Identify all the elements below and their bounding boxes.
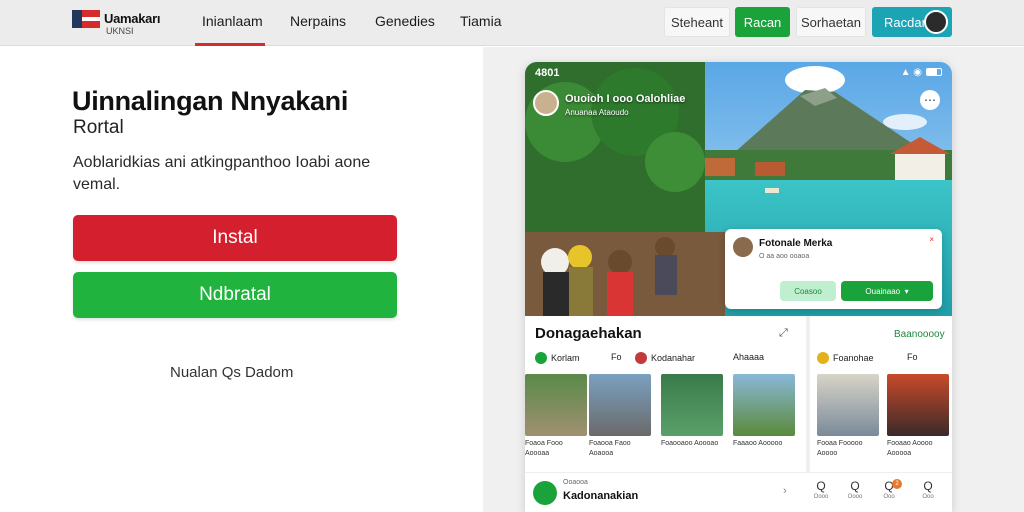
card-primary-label: Ouainaao: [865, 286, 901, 296]
header-title: Ouoioh I ooo Oalohliae: [565, 93, 686, 105]
hero-title: Uinnalingan Nnyakani: [72, 86, 349, 116]
profile-avatar[interactable]: [533, 90, 559, 116]
battery-icon: [926, 68, 942, 77]
filter-chip-4[interactable]: Ahaaaa: [733, 352, 764, 362]
thumbnail-caption: Foaoa Fooo Aoooaa: [525, 440, 563, 457]
active-nav-indicator: [195, 43, 265, 46]
filter-chip-3[interactable]: Kodanahar: [635, 352, 695, 364]
card-primary-button[interactable]: Ouainaao ▾: [841, 281, 933, 301]
chevron-right-icon[interactable]: ›: [783, 485, 787, 497]
tab-explore-icon[interactable]: Q Oooo: [842, 479, 868, 500]
thumbnail-5[interactable]: [817, 374, 879, 436]
app-icon[interactable]: [533, 481, 557, 505]
filter-label: Foanohae: [833, 353, 874, 363]
thumbnail-caption: Foaooaoo Aoooao: [661, 440, 719, 447]
card-meta: O aa aoo ooaoa: [759, 253, 810, 260]
bottom-small-text: Ooaooa: [563, 479, 588, 486]
thumbnail-6[interactable]: [887, 374, 949, 436]
primary-header-button[interactable]: Racan: [735, 7, 790, 37]
nav-link-3[interactable]: Genedies: [375, 13, 435, 29]
nav-link-2[interactable]: Nerpains: [290, 13, 346, 29]
filter-chip-1[interactable]: Korlam: [535, 352, 580, 364]
thumbnail-caption: Fooaa Fooooo Aoooo: [817, 440, 863, 457]
card-name: Fotonale Merka: [759, 238, 833, 249]
filter-label: Fo: [907, 352, 918, 362]
install-button[interactable]: Instal: [73, 215, 397, 261]
bottom-bar: Ooaooa Kadonanakian › Q Oooo Q Oooo Q Ooo 2 …: [525, 472, 952, 512]
brand-logo-icon[interactable]: [72, 10, 100, 32]
filter-chip-5[interactable]: Foanohae: [817, 352, 874, 364]
hero-description: Aoblaridkias ani atkingpanthoo Ioabi aon…: [73, 154, 371, 193]
filter-dot-icon: [635, 352, 647, 364]
header-subtitle: Anuanaa Ataoudo: [565, 108, 629, 117]
filter-label: Fo: [611, 352, 622, 362]
tab-profile-icon[interactable]: Q Ooo: [915, 479, 941, 500]
nav-link-4[interactable]: Tiamia: [460, 13, 502, 29]
status-icons: ▲ ◉: [901, 67, 942, 78]
app-preview-phone: 4801 ▲ ◉ Ouoioh I ooo Oalohliae Anuanaa …: [525, 62, 952, 512]
thumbnail-4[interactable]: [733, 374, 795, 436]
section-title: Donagaehakan: [535, 325, 642, 342]
thumbnail-caption: Fooaao Aoooo Aooooa: [887, 440, 933, 457]
filter-chip-2[interactable]: Fo: [611, 352, 622, 362]
nav-link-1[interactable]: Inianlaam: [202, 13, 263, 29]
top-navigation-bar: Uamakarı UKNSI Inianlaam Nerpains Genedi…: [0, 0, 1024, 46]
event-card: Fotonale Merka O aa aoo ooaoa × Coasoo O…: [725, 229, 942, 309]
bottom-label[interactable]: Kadonanakian: [563, 490, 638, 502]
chevron-down-icon: ▾: [904, 286, 909, 296]
thumbnail-caption: Faaaoo Aooooo: [733, 440, 783, 447]
thumbnail-2[interactable]: [589, 374, 651, 436]
card-secondary-button[interactable]: Coasoo: [780, 281, 836, 301]
tab-search-icon[interactable]: Q Oooo: [808, 479, 834, 500]
learn-more-link[interactable]: Nualan Qs Dadom: [170, 364, 293, 381]
filter-label: Korlam: [551, 353, 580, 363]
filter-label: Ahaaaa: [733, 352, 765, 362]
secondary-cta-button[interactable]: Ndbratal: [73, 272, 397, 318]
status-time: 4801: [535, 67, 560, 79]
user-avatar: [924, 10, 948, 34]
more-options-icon[interactable]: ⋯: [920, 90, 940, 110]
brand-tagline: UKNSI: [106, 26, 134, 36]
section2-title[interactable]: Baanooooy: [894, 329, 945, 340]
thumbnail-caption: Foaooa Faoo Aoaooa: [589, 440, 631, 457]
notification-badge: 2: [892, 479, 902, 489]
account-button-label: Racdan: [884, 14, 929, 30]
account-button[interactable]: Racdan: [872, 7, 952, 37]
filter-label: Kodanahar: [651, 353, 696, 363]
filter-chip-6[interactable]: Fo: [907, 352, 918, 362]
hero-subtitle: Rortal: [73, 117, 124, 138]
card-avatar: [733, 237, 753, 257]
thumbnail-3[interactable]: [661, 374, 723, 436]
filter-dot-icon: [817, 352, 829, 364]
secondary-header-button[interactable]: Steheant: [664, 7, 730, 37]
close-icon[interactable]: ×: [929, 235, 934, 244]
filter-dot-icon: [535, 352, 547, 364]
third-header-button[interactable]: Sorhaetan: [796, 7, 866, 37]
tab-notifications-icon[interactable]: Q Ooo 2: [876, 479, 902, 500]
brand-name[interactable]: Uamakarı: [104, 11, 160, 26]
thumbnail-1[interactable]: [525, 374, 587, 436]
expand-icon[interactable]: ⤢: [779, 327, 788, 340]
